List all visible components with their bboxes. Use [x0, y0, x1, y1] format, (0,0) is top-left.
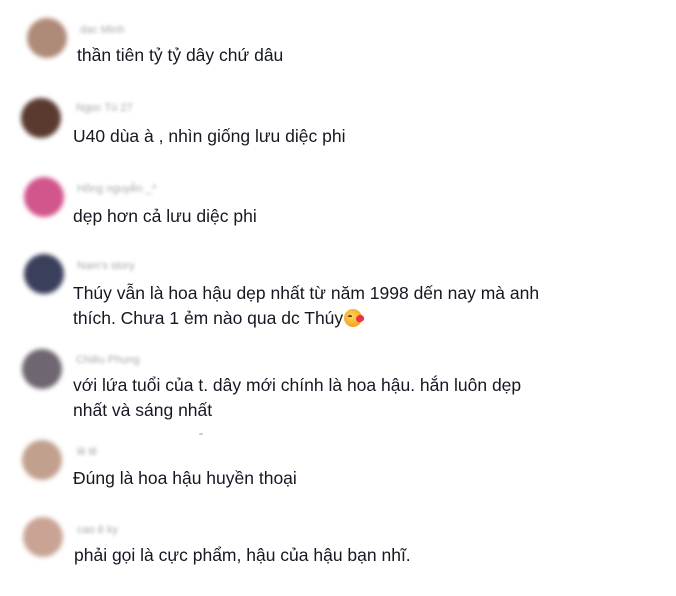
- avatar[interactable]: [21, 98, 61, 138]
- divider: [199, 433, 203, 435]
- avatar[interactable]: [27, 18, 67, 58]
- comment-username[interactable]: Chiêu Phụng: [76, 354, 140, 366]
- comment-username[interactable]: Nam's story: [77, 260, 135, 272]
- comment-text: thần tiên tỷ tỷ dây chứ dâu: [77, 45, 284, 65]
- comment-username[interactable]: Ngọc Tú 27: [76, 102, 133, 114]
- comment-text: dẹp hơn cả lưu diệc phi: [73, 206, 257, 226]
- comment-text: Đúng là hoa hậu huyền thoại: [73, 468, 297, 488]
- comment-username[interactable]: lê lê: [77, 446, 97, 458]
- comment-username[interactable]: Hồng nguyễn _^: [77, 183, 157, 195]
- comment-text-line: thích. Chưa 1 ẻm nào qua dc Thúy: [73, 305, 363, 331]
- comment-text-line-content: thích. Chưa 1 ẻm nào qua dc Thúy: [73, 308, 344, 328]
- comment-text: U40 dùa à , nhìn giống lưu diệc phi: [73, 126, 346, 146]
- avatar[interactable]: [24, 177, 64, 217]
- avatar[interactable]: [23, 517, 63, 557]
- avatar[interactable]: [24, 254, 64, 294]
- comment-text: phải gọi là cực phẩm, hậu của hậu bạn nh…: [74, 545, 411, 565]
- comment-username[interactable]: cao ê ky: [77, 524, 118, 536]
- avatar[interactable]: [22, 440, 62, 480]
- comment-text-line: nhất và sáng nhất: [73, 400, 213, 420]
- comment-username[interactable]: dac Minh: [80, 24, 125, 36]
- comment-text-line: với lứa tuổi của t. dây mới chính là hoa…: [73, 375, 522, 395]
- face-blowing-kiss-icon: [344, 309, 363, 327]
- comment-text-line: Thúy vẫn là hoa hậu dẹp nhất từ năm 1998…: [73, 283, 540, 303]
- avatar[interactable]: [22, 349, 62, 389]
